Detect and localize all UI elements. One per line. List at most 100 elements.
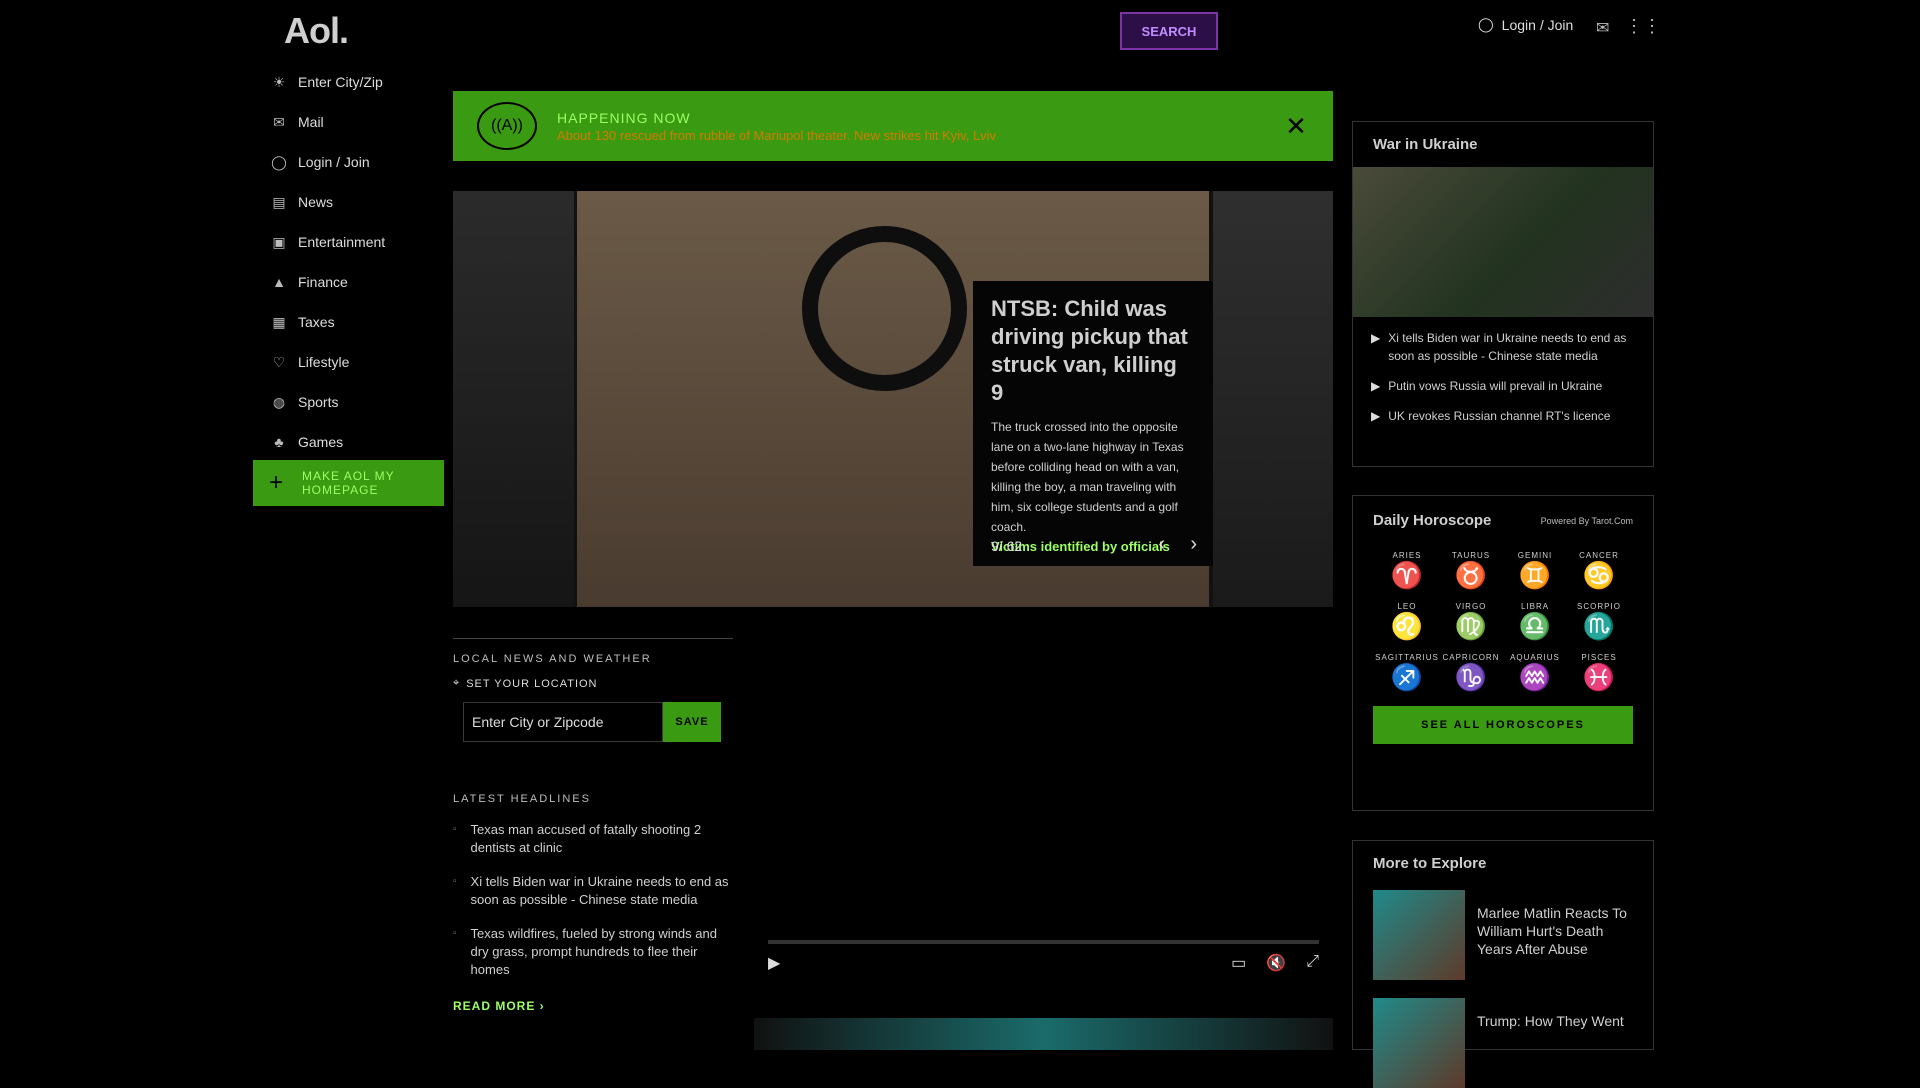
explore-item-text: Trump: How They Went [1477, 1013, 1624, 1029]
horoscope-title: Daily Horoscope [1373, 512, 1492, 529]
leo-icon: ♌ [1390, 611, 1424, 641]
triangle-icon: ▶ [1371, 409, 1381, 423]
list-item[interactable]: ▶ Putin vows Russia will prevail in Ukrai… [1371, 377, 1635, 395]
libra-icon: ♎ [1518, 611, 1552, 641]
search-button[interactable]: SEARCH [1120, 12, 1218, 50]
chart-icon: ▲ [272, 274, 286, 290]
list-item[interactable]: ▫ Xi tells Biden war in Ukraine needs to … [453, 873, 733, 909]
video-controls: ▶ ▭ 🔇 ⤢ [768, 948, 1319, 978]
carousel-next-slide[interactable] [1213, 191, 1333, 607]
sign-sagittarius[interactable]: SAGITTARIUS ♐ [1375, 653, 1439, 692]
cancer-icon: ♋ [1582, 560, 1616, 590]
list-item[interactable]: ▫ Texas wildfires, fueled by strong winds… [453, 925, 733, 979]
list-item[interactable]: Trump: How They Went [1373, 998, 1633, 1088]
latest-headlines: LATEST HEADLINES ▫ Texas man accused of f… [453, 793, 733, 1013]
set-location-label: SET YOUR LOCATION [466, 677, 598, 690]
sign-leo[interactable]: LEO ♌ [1375, 602, 1439, 641]
ball-icon: ◍ [272, 393, 286, 410]
sign-gemini[interactable]: GEMINI ♊ [1503, 551, 1567, 590]
sign-virgo[interactable]: VIRGO ♍ [1439, 602, 1503, 641]
list-item[interactable]: ▶ UK revokes Russian channel RT's licence [1371, 407, 1635, 425]
nav-item-finance[interactable]: ▲ Finance [270, 262, 450, 302]
list-item[interactable]: ▫ Texas man accused of fatally shooting 2… [453, 821, 733, 857]
header-login-link[interactable]: ◯ Login / Join [1478, 16, 1573, 33]
left-nav: ☀ Enter City/Zip ✉ Mail ◯ Login / Join ▤ New… [270, 62, 450, 462]
mail-icon: ✉ [273, 113, 285, 130]
close-icon[interactable]: ✕ [1281, 111, 1311, 142]
headline-text: Texas man accused of fatally shooting 2 … [470, 822, 702, 855]
captions-icon[interactable]: ▭ [1231, 953, 1246, 973]
apps-grid-icon[interactable]: ⋮⋮ [1625, 16, 1661, 37]
ukraine-item-text: Putin vows Russia will prevail in Ukrain… [1388, 379, 1603, 393]
nav-item-login[interactable]: ◯ Login / Join [270, 142, 450, 182]
carousel-body: The truck crossed into the opposite lane… [991, 420, 1184, 534]
video-player[interactable]: ▶ ▭ 🔇 ⤢ [754, 638, 1333, 988]
nav-item-label: Mail [298, 114, 324, 130]
sign-scorpio[interactable]: SCORPIO ♏ [1567, 602, 1631, 641]
mail-icon[interactable]: ✉ [1596, 18, 1609, 38]
save-location-button[interactable]: SAVE [663, 702, 721, 742]
sign-libra[interactable]: LIBRA ♎ [1503, 602, 1567, 641]
sign-aries[interactable]: ARIES ♈ [1375, 551, 1439, 590]
wreath-image [802, 226, 967, 391]
thumbnail-image [1373, 998, 1465, 1088]
sign-aquarius[interactable]: AQUARIUS ♒ [1503, 653, 1567, 692]
clapper-icon: ▣ [272, 233, 286, 250]
sign-capricorn[interactable]: CAPRICORN ♑ [1439, 653, 1503, 692]
powered-by[interactable]: Powered By Tarot.Com [1541, 516, 1633, 526]
video-right-controls: ▭ 🔇 ⤢ [1231, 953, 1319, 973]
nav-item-taxes[interactable]: ▦ Taxes [270, 302, 450, 342]
sign-taurus[interactable]: TAURUS ♉ [1439, 551, 1503, 590]
news-icon: ▤ [272, 193, 286, 210]
sign-name: GEMINI [1517, 551, 1553, 560]
nav-item-mail[interactable]: ✉ Mail [270, 102, 450, 142]
nav-item-entertainment[interactable]: ▣ Entertainment [270, 222, 450, 262]
chevron-left-icon[interactable]: ‹ [1158, 533, 1165, 556]
see-all-horoscopes-button[interactable]: SEE ALL HOROSCOPES [1373, 706, 1633, 744]
make-homepage-button[interactable]: + MAKE AOL MY HOMEPAGE [253, 460, 444, 506]
sign-cancer[interactable]: CANCER ♋ [1567, 551, 1631, 590]
nav-item-label: Games [298, 434, 344, 450]
headline-text: Texas wildfires, fueled by strong winds … [470, 926, 717, 977]
play-icon[interactable]: ▶ [768, 953, 780, 973]
banner-message[interactable]: About 130 rescued from rubble of Mariupo… [557, 128, 1281, 143]
nav-item-weather[interactable]: ☀ Enter City/Zip [270, 62, 450, 102]
fullscreen-icon[interactable]: ⤢ [1306, 953, 1319, 973]
video-progress-bar[interactable] [768, 940, 1319, 944]
read-more-link[interactable]: READ MORE › [453, 999, 733, 1013]
chevron-right-icon[interactable]: › [1190, 533, 1197, 556]
sign-name: CAPRICORN [1442, 653, 1500, 662]
nav-item-news[interactable]: ▤ News [270, 182, 450, 222]
carousel-caption: NTSB: Child was driving pickup that stru… [973, 281, 1213, 566]
gemini-icon: ♊ [1518, 560, 1552, 590]
ukraine-image[interactable] [1353, 167, 1653, 317]
explore-title: More to Explore [1373, 855, 1487, 872]
location-form: SAVE [463, 702, 733, 742]
horoscope-widget: Daily Horoscope Powered By Tarot.Com ARI… [1352, 495, 1654, 811]
games-icon: ♣ [274, 434, 284, 450]
make-homepage-label: MAKE AOL MY HOMEPAGE [302, 469, 395, 497]
nav-item-games[interactable]: ♣ Games [270, 422, 450, 462]
bullet-icon: ▫ [453, 876, 457, 887]
happening-now-banner[interactable]: ((A)) HAPPENING NOW About 130 rescued fr… [453, 91, 1333, 161]
story-image[interactable] [754, 1018, 1333, 1050]
nav-item-sports[interactable]: ◍ Sports [270, 382, 450, 422]
location-pin-icon: ⌖ [453, 677, 461, 689]
carousel-headline[interactable]: NTSB: Child was driving pickup that stru… [991, 295, 1195, 407]
nav-item-label: Sports [298, 394, 339, 410]
nav-item-label: Finance [298, 274, 348, 290]
taurus-icon: ♉ [1454, 560, 1488, 590]
sign-name: TAURUS [1451, 551, 1491, 560]
taxes-icon: ▦ [272, 313, 286, 330]
aol-logo[interactable]: Aol. [284, 10, 349, 52]
zip-input[interactable] [463, 702, 663, 742]
list-item[interactable]: Marlee Matlin Reacts To William Hurt's D… [1373, 890, 1633, 980]
nav-item-label: Enter City/Zip [298, 74, 383, 90]
nav-item-lifestyle[interactable]: ♡ Lifestyle [270, 342, 450, 382]
sagittarius-icon: ♐ [1390, 662, 1424, 692]
sign-pisces[interactable]: PISCES ♓ [1567, 653, 1631, 692]
mute-icon[interactable]: 🔇 [1266, 953, 1286, 973]
list-item[interactable]: ▶ Xi tells Biden war in Ukraine needs to … [1371, 329, 1635, 365]
sign-name: LIBRA [1520, 602, 1550, 611]
carousel-prev-slide[interactable] [453, 191, 574, 607]
